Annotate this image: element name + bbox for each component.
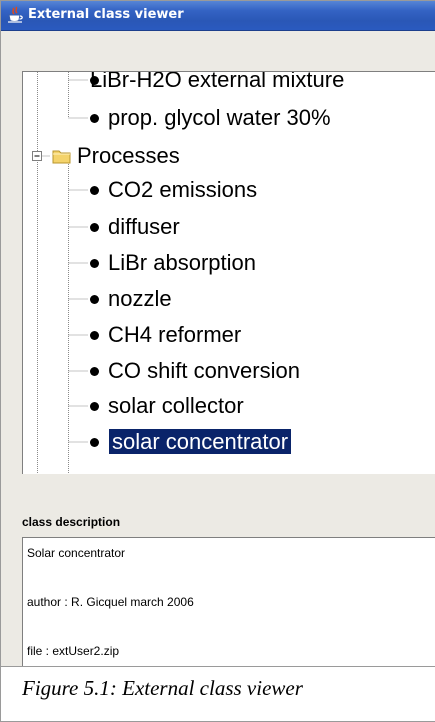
collapse-toggle-icon[interactable] [32, 151, 43, 162]
figure-caption: Figure 5.1: External class viewer [22, 676, 303, 700]
tree-item-ch4-reformer[interactable]: CH4 reformer [105, 317, 244, 353]
toolbar-area [0, 31, 435, 71]
tree-item-co-shift-conversion[interactable]: CO shift conversion [105, 353, 303, 389]
tree-item-label: LiBr absorption [108, 250, 256, 275]
java-cup-icon [8, 6, 23, 23]
bullet-icon [90, 114, 99, 123]
tree-item-label: LiBr-H2O external mixture [90, 71, 345, 92]
description-line: Solar concentrator [27, 546, 126, 560]
tree-item-libr-h2o-external-mixture[interactable]: LiBr-H2O external mixture [87, 71, 347, 98]
tree-item-solar-collector[interactable]: solar collector [105, 388, 247, 424]
tree-item-label: prop. glycol water 30% [108, 105, 331, 130]
bullet-icon [90, 367, 99, 376]
bullet-icon [90, 186, 99, 195]
bullet-icon [90, 438, 99, 447]
folder-icon [52, 150, 71, 164]
tree-item-prop-glycol-water[interactable]: prop. glycol water 30% [105, 100, 334, 136]
tree-item-label: CO shift conversion [108, 358, 300, 383]
tree-item-solar-concentrator[interactable]: solar concentrator [109, 424, 292, 460]
bullet-icon [90, 259, 99, 268]
frame-divider [0, 666, 435, 667]
bullet-icon [90, 295, 99, 304]
tree-item-co2-emissions[interactable]: CO2 emissions [105, 172, 260, 208]
tree-item-libr-absorption[interactable]: LiBr absorption [105, 245, 259, 281]
tree-item-label: Processes [77, 143, 180, 168]
bullet-icon [90, 402, 99, 411]
frame-border-top [0, 0, 435, 1]
class-tree[interactable]: LiBr-H2O external mixture prop. glycol w… [22, 71, 435, 474]
class-description-text-area[interactable]: Solar concentrator author : R. Gicquel m… [22, 537, 435, 666]
tree-item-diffuser[interactable]: diffuser [105, 209, 183, 245]
bullet-icon [90, 76, 99, 85]
tree-item-label: nozzle [108, 286, 172, 311]
tree-item-label: solar collector [108, 393, 244, 418]
bullet-icon [90, 223, 99, 232]
window-title: External class viewer [28, 7, 184, 22]
frame-border-left [0, 0, 1, 722]
tree-item-label: solar concentrator [109, 429, 292, 454]
class-description-label: class description [22, 515, 121, 529]
tree-item-label: CO2 emissions [108, 177, 258, 202]
description-line: author : R. Gicquel march 2006 [27, 595, 194, 609]
tree-item-label: CH4 reformer [108, 322, 242, 347]
bullet-icon [90, 331, 99, 340]
title-bar[interactable]: External class viewer [0, 0, 435, 31]
external-class-viewer-window: External class viewer LiBr-H2O external … [0, 0, 435, 666]
tree-folder-processes[interactable]: Processes [74, 138, 183, 174]
description-line: file : extUser2.zip [27, 644, 120, 658]
tree-item-label: diffuser [108, 214, 180, 239]
panel-divider[interactable] [0, 474, 435, 510]
tree-item-nozzle[interactable]: nozzle [105, 281, 175, 317]
